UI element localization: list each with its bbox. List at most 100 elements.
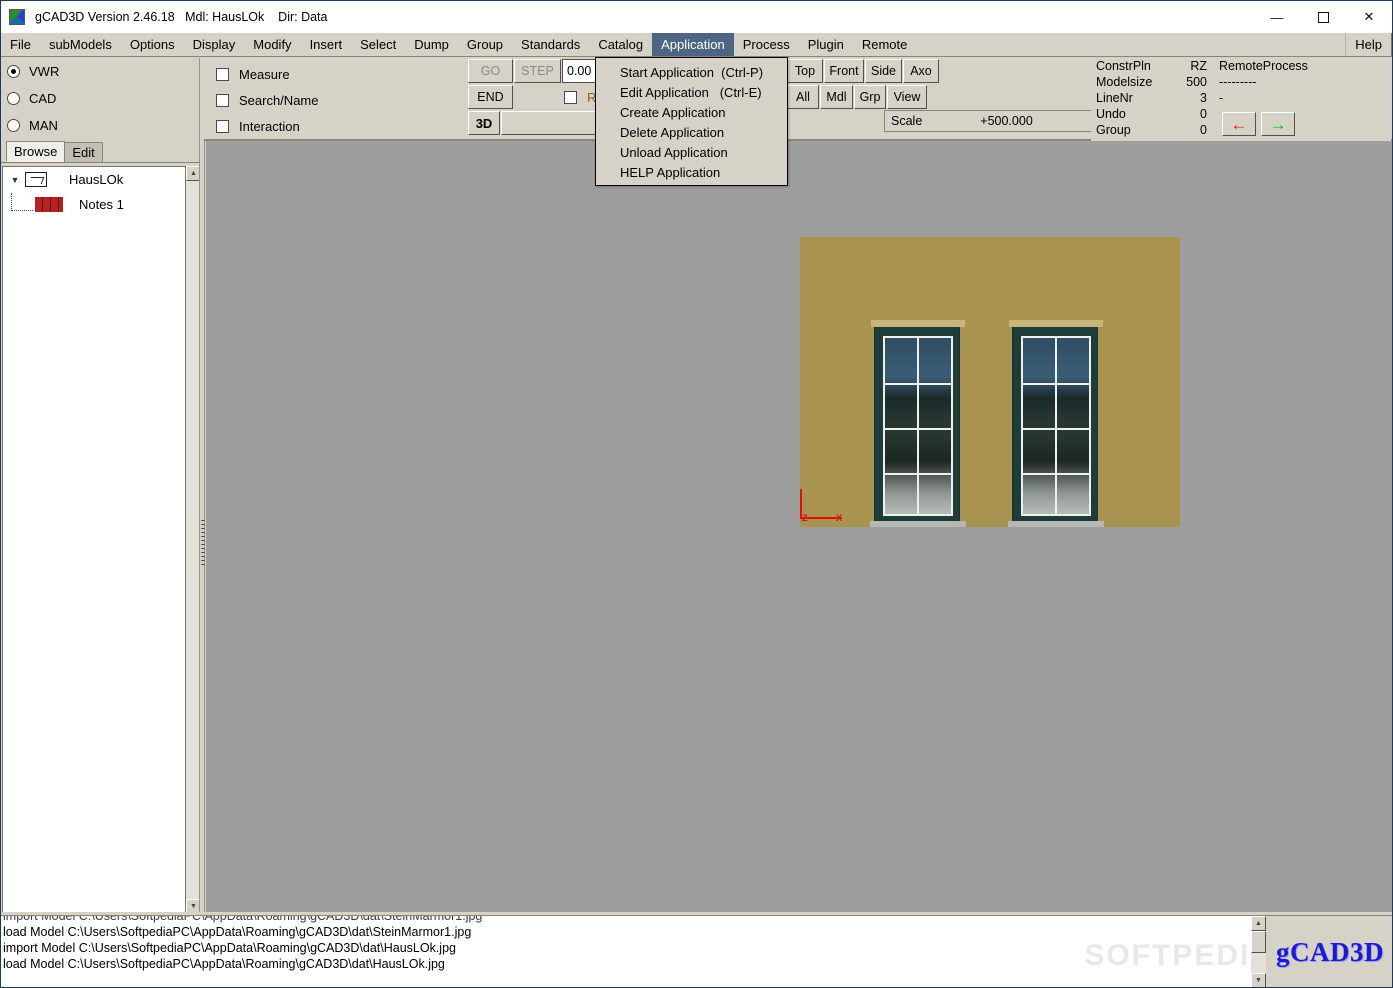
go-button[interactable]: GO bbox=[468, 59, 513, 83]
menu-catalog[interactable]: Catalog bbox=[589, 33, 652, 56]
scale-label: Scale bbox=[891, 114, 923, 128]
view-button-axo[interactable]: Axo bbox=[903, 59, 939, 83]
step-button[interactable]: STEP bbox=[514, 59, 561, 83]
mode-3d-button[interactable]: 3D bbox=[468, 111, 500, 135]
mode-label-cad: CAD bbox=[29, 91, 57, 106]
radio-icon-cad bbox=[7, 92, 20, 105]
status-row-modelsize: Modelsize 500 --------- bbox=[1091, 74, 1391, 90]
menu-remote[interactable]: Remote bbox=[853, 33, 917, 56]
remote-process-label: RemoteProcess bbox=[1219, 59, 1308, 73]
scale-value: +500.000 bbox=[980, 114, 1033, 128]
status-key: LineNr bbox=[1096, 91, 1133, 105]
menu-dump[interactable]: Dump bbox=[405, 33, 458, 56]
view-button-mdl[interactable]: Mdl bbox=[820, 85, 853, 109]
chevron-down-icon[interactable]: ▼ bbox=[5, 175, 25, 185]
window-lintel bbox=[871, 320, 965, 327]
status-row-linenr: LineNr 3 - bbox=[1091, 90, 1391, 106]
window-mullion-horizontal bbox=[1023, 473, 1089, 475]
cube-icon bbox=[9, 9, 25, 25]
menu-item-unload-application[interactable]: Unload Application bbox=[596, 142, 787, 162]
status-panel: ConstrPln RZ RemoteProcess Modelsize 500… bbox=[1091, 58, 1391, 141]
checkbox-search-name[interactable]: Search/Name bbox=[216, 87, 318, 113]
menu-application[interactable]: Application bbox=[652, 33, 734, 56]
arrow-right-icon: → bbox=[1269, 114, 1287, 134]
radio-icon-man bbox=[7, 119, 20, 132]
log-scrollbar[interactable]: ▲ ▼ bbox=[1251, 916, 1268, 987]
brick-icon bbox=[35, 197, 63, 212]
status-key: Group bbox=[1096, 123, 1131, 137]
log-line: import Model C:\Users\SoftpediaPC\AppDat… bbox=[3, 941, 456, 955]
window-sill bbox=[1008, 521, 1104, 527]
menu-group[interactable]: Group bbox=[458, 33, 512, 56]
menu-submodels[interactable]: subModels bbox=[40, 33, 121, 56]
panel-splitter[interactable] bbox=[199, 58, 205, 916]
window-mullion-vertical bbox=[1055, 338, 1057, 514]
menu-item-create-application[interactable]: Create Application bbox=[596, 102, 787, 122]
sidebar-tabs: Browse Edit bbox=[1, 141, 202, 163]
checkbox-interaction[interactable]: Interaction bbox=[216, 113, 318, 139]
view-button-view[interactable]: View bbox=[887, 85, 927, 109]
3d-viewport[interactable]: Z X bbox=[206, 141, 1392, 913]
menu-insert[interactable]: Insert bbox=[301, 33, 352, 56]
log-panel[interactable]: import Model C:\Users\SoftpediaPC\AppDat… bbox=[1, 915, 1392, 987]
menu-file[interactable]: File bbox=[1, 33, 40, 56]
tree-item-label: HausLOk bbox=[69, 172, 124, 187]
menu-standards[interactable]: Standards bbox=[512, 33, 589, 56]
menu-select[interactable]: Select bbox=[351, 33, 405, 56]
checkbox-label-interaction: Interaction bbox=[239, 118, 300, 134]
window-mullion-vertical bbox=[917, 338, 919, 514]
tab-edit[interactable]: Edit bbox=[64, 142, 103, 162]
checkbox-icon-search-name[interactable] bbox=[216, 93, 229, 107]
menu-display[interactable]: Display bbox=[184, 33, 245, 56]
end-button[interactable]: END bbox=[468, 85, 513, 109]
menu-modify[interactable]: Modify bbox=[244, 33, 300, 56]
menu-process[interactable]: Process bbox=[734, 33, 799, 56]
status-value: 3 bbox=[1200, 91, 1207, 105]
scroll-thumb[interactable] bbox=[1251, 931, 1266, 953]
window-mullion-horizontal bbox=[1023, 383, 1089, 385]
minimize-button[interactable]: — bbox=[1254, 1, 1300, 33]
checkbox-icon-rotate[interactable] bbox=[564, 90, 577, 104]
menu-plugin[interactable]: Plugin bbox=[799, 33, 853, 56]
checkbox-measure[interactable]: Measure bbox=[216, 61, 318, 87]
maximize-button[interactable] bbox=[1300, 1, 1346, 33]
status-key: Modelsize bbox=[1096, 75, 1153, 89]
close-icon[interactable]: ✕ bbox=[1346, 1, 1392, 33]
model-tree[interactable]: ▼ HausLOk Notes 1 bbox=[2, 166, 200, 914]
window-glass bbox=[883, 336, 953, 516]
tree-item-hauslok[interactable]: ▼ HausLOk bbox=[3, 167, 200, 192]
scroll-track[interactable] bbox=[1251, 953, 1266, 973]
scale-display[interactable]: Scale +500.000 bbox=[884, 110, 1092, 132]
status-value: 500 bbox=[1186, 75, 1207, 89]
scroll-down-icon[interactable]: ▼ bbox=[1251, 973, 1266, 987]
mode-radio-man[interactable]: MAN bbox=[1, 112, 202, 139]
splitter-grip[interactable] bbox=[201, 520, 205, 566]
checkbox-icon-measure[interactable] bbox=[216, 67, 229, 81]
back-arrow-button[interactable]: ← bbox=[1222, 112, 1256, 136]
view-button-all[interactable]: All bbox=[787, 85, 819, 109]
mode-radio-cad[interactable]: CAD bbox=[1, 85, 202, 112]
tree-item-notes1[interactable]: Notes 1 bbox=[3, 192, 200, 217]
menu-item-help-application[interactable]: HELP Application bbox=[596, 162, 787, 182]
view-button-front[interactable]: Front bbox=[824, 59, 864, 83]
application-dropdown-menu[interactable]: Start Application (Ctrl-P) Edit Applicat… bbox=[595, 57, 788, 186]
status-value: RZ bbox=[1190, 59, 1207, 73]
mode-radio-vwr[interactable]: VWR bbox=[1, 58, 202, 85]
tree-scrollbar[interactable]: ▲ ▼ bbox=[185, 166, 201, 914]
tab-browse[interactable]: Browse bbox=[6, 141, 66, 162]
forward-arrow-button[interactable]: → bbox=[1261, 112, 1295, 136]
status-key: ConstrPln bbox=[1096, 59, 1151, 73]
checkbox-icon-interaction[interactable] bbox=[216, 119, 229, 133]
view-button-top[interactable]: Top bbox=[787, 59, 823, 83]
scroll-up-icon[interactable]: ▲ bbox=[1251, 916, 1266, 931]
menu-options[interactable]: Options bbox=[121, 33, 184, 56]
menu-help[interactable]: Help bbox=[1345, 33, 1392, 56]
status-row-constrpln: ConstrPln RZ RemoteProcess bbox=[1091, 58, 1391, 74]
menu-item-delete-application[interactable]: Delete Application bbox=[596, 122, 787, 142]
menu-item-edit-application[interactable]: Edit Application (Ctrl-E) bbox=[596, 82, 787, 102]
menu-item-start-application[interactable]: Start Application (Ctrl-P) bbox=[596, 62, 787, 82]
gcad3d-logo: gCAD3D bbox=[1276, 936, 1384, 967]
view-button-side[interactable]: Side bbox=[865, 59, 902, 83]
checkbox-label-measure: Measure bbox=[239, 66, 290, 82]
view-button-grp[interactable]: Grp bbox=[854, 85, 886, 109]
